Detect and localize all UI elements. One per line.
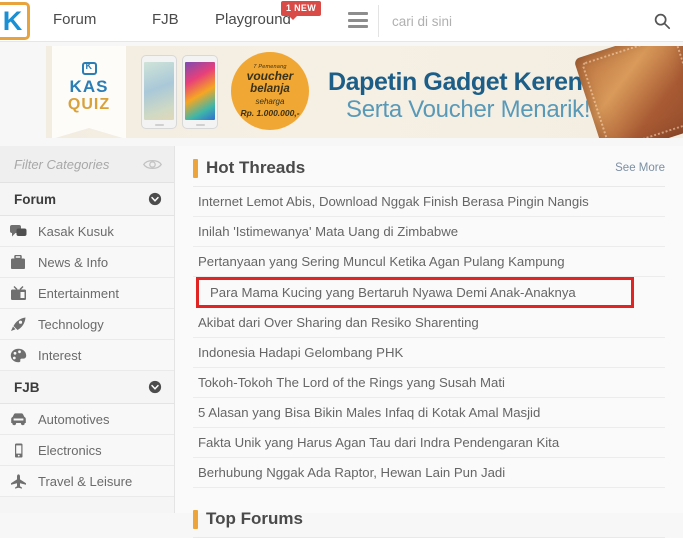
thread-list-item-highlighted[interactable]: Para Mama Kucing yang Bertaruh Nyawa Dem… (196, 277, 634, 308)
phone-home-button (195, 124, 205, 126)
sidebar-item-news-info[interactable]: News & Info (0, 247, 174, 278)
eye-icon[interactable] (143, 158, 162, 171)
sidebar-item-technology[interactable]: Technology (0, 309, 174, 340)
phone-image-1 (141, 55, 177, 129)
filter-categories-row: Filter Categories (0, 146, 174, 183)
chevron-down-icon[interactable] (148, 192, 162, 206)
decorative-fabric-image (573, 46, 683, 138)
banner-subheadline: Serta Voucher Menarik! (346, 96, 591, 123)
voucher-line-5: Rp. 1.000.000,- (240, 108, 300, 118)
sidebar-section-label: FJB (14, 379, 40, 395)
thread-list-item[interactable]: Indonesia Hadapi Gelombang PHK (193, 338, 665, 368)
television-icon (10, 285, 27, 301)
car-icon (10, 411, 27, 427)
sidebar-item-entertainment[interactable]: Entertainment (0, 278, 174, 309)
kas-quiz-line2: QUIZ (67, 95, 111, 113)
search-bar (378, 5, 683, 37)
briefcase-icon (10, 254, 27, 270)
category-sidebar: Filter Categories Forum Kasak Kusuk News… (0, 146, 175, 513)
hamburger-bar (348, 18, 368, 22)
top-header: K Forum FJB Playground 1 NEW (0, 0, 683, 42)
thread-list-item[interactable]: 5 Alasan yang Bisa Bikin Males Infaq di … (193, 398, 665, 428)
top-forums-title: Top Forums (206, 509, 303, 528)
sidebar-item-label: Kasak Kusuk (38, 223, 114, 239)
accent-bar (193, 509, 198, 529)
thread-list-item[interactable]: Akibat dari Over Sharing dan Resiko Shar… (193, 308, 665, 338)
nav-item-fjb[interactable]: FJB (152, 11, 179, 28)
sidebar-item-kasak-kusuk[interactable]: Kasak Kusuk (0, 216, 174, 247)
chevron-down-icon[interactable] (148, 380, 162, 394)
sidebar-item-automotives[interactable]: Automotives (0, 404, 174, 435)
sidebar-item-label: Interest (38, 347, 82, 363)
accent-bar (193, 158, 198, 178)
top-forums-header: Top Forums (193, 497, 665, 538)
hamburger-bar (348, 25, 368, 28)
hot-threads-header: Hot Threads See More (193, 146, 665, 187)
airplane-icon (10, 473, 27, 489)
sidebar-item-label: Automotives (38, 411, 110, 427)
sidebar-section-label: Forum (14, 191, 56, 207)
nav-item-forum[interactable]: Forum (53, 11, 96, 28)
voucher-line-3: belanja (250, 83, 290, 95)
sidebar-item-label: Travel & Leisure (38, 473, 133, 489)
kas-quiz-ribbon: KAS QUIZ (52, 46, 126, 138)
palette-icon (10, 347, 27, 363)
sidebar-section-fjb[interactable]: FJB (0, 371, 174, 404)
phone-image-2 (182, 55, 218, 129)
voucher-line-2: voucher (246, 69, 294, 83)
sidebar-item-label: Technology (38, 316, 104, 332)
sidebar-item-travel-leisure[interactable]: Travel & Leisure (0, 466, 174, 497)
promo-banner[interactable]: KAS QUIZ 7 Pemenang voucher belanja seha… (46, 46, 683, 138)
voucher-line-4: seharga (255, 97, 285, 106)
mobile-phone-icon (10, 442, 27, 458)
nav-item-playground[interactable]: Playground (215, 11, 291, 28)
phone-screen (185, 62, 215, 120)
rocket-icon (10, 316, 27, 332)
kas-quiz-line1: KAS (69, 76, 109, 96)
logo-letter: K (2, 5, 22, 36)
hamburger-icon[interactable] (348, 12, 368, 28)
new-badge: 1 NEW (281, 1, 322, 20)
site-logo[interactable]: K (0, 2, 30, 40)
thread-list-item[interactable]: Berhubung Nggak Ada Raptor, Hewan Lain P… (193, 458, 665, 488)
hot-threads-title: Hot Threads (206, 158, 306, 177)
top-forums-title-wrap: Top Forums (193, 509, 303, 529)
sidebar-item-label: Electronics (38, 442, 102, 458)
phone-home-button (154, 124, 164, 126)
banner-headline: Dapetin Gadget Keren (328, 68, 583, 96)
search-input[interactable] (392, 6, 642, 36)
filter-categories-input[interactable]: Filter Categories (14, 157, 109, 172)
main-content: Hot Threads See More Internet Lemot Abis… (175, 146, 683, 538)
sidebar-item-label: News & Info (38, 254, 109, 270)
sidebar-section-forum[interactable]: Forum (0, 183, 174, 216)
thread-list-item[interactable]: Inilah 'Istimewanya' Mata Uang di Zimbab… (193, 217, 665, 247)
kaskus-bubble-icon (81, 61, 97, 75)
thread-list-item[interactable]: Internet Lemot Abis, Download Nggak Fini… (193, 187, 665, 217)
phone-screen (144, 62, 174, 120)
see-more-link[interactable]: See More (615, 162, 665, 174)
search-icon[interactable] (653, 12, 671, 30)
thread-list-item[interactable]: Pertanyaan yang Sering Muncul Ketika Aga… (193, 247, 665, 277)
thread-list-item[interactable]: Tokoh-Tokoh The Lord of the Rings yang S… (193, 368, 665, 398)
chat-bubbles-icon (10, 223, 27, 239)
voucher-badge: 7 Pemenang voucher belanja seharga Rp. 1… (231, 52, 309, 130)
sidebar-item-label: Entertainment (38, 285, 119, 301)
hamburger-bar (348, 12, 368, 15)
sidebar-item-interest[interactable]: Interest (0, 340, 174, 371)
sidebar-item-electronics[interactable]: Electronics (0, 435, 174, 466)
hot-threads-title-wrap: Hot Threads (193, 158, 305, 178)
thread-list-item[interactable]: Fakta Unik yang Harus Agan Tau dari Indr… (193, 428, 665, 458)
